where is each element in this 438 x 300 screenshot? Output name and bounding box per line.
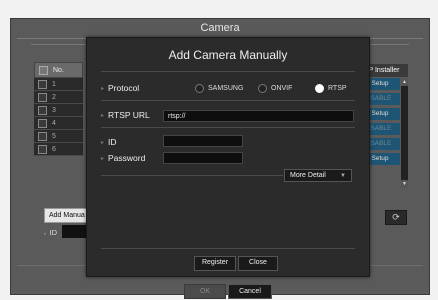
table-row[interactable]: 5 bbox=[34, 130, 83, 143]
column-header-no: No. bbox=[53, 66, 64, 74]
table-scrollbar[interactable]: ▲ ▼ bbox=[401, 78, 408, 188]
password-input[interactable] bbox=[163, 152, 243, 164]
dialog-title: Add Camera Manually bbox=[168, 48, 288, 62]
bullet-icon: ▸ bbox=[101, 156, 105, 163]
table-row[interactable]: 6 bbox=[34, 143, 83, 156]
select-all-checkbox[interactable] bbox=[39, 65, 48, 75]
radio-icon bbox=[258, 84, 267, 93]
password-label-text: Password bbox=[108, 153, 146, 163]
protocol-radio-onvif[interactable]: ONVIF bbox=[258, 84, 292, 93]
row-checkbox[interactable] bbox=[38, 92, 47, 102]
id-label-text: ID bbox=[108, 137, 117, 147]
row-number: 4 bbox=[52, 119, 56, 127]
table-row[interactable]: 3 bbox=[34, 104, 83, 117]
chevron-down-icon: ▼ bbox=[340, 173, 346, 179]
row-number: 5 bbox=[52, 132, 56, 140]
rtsp-url-input[interactable]: rtsp:// bbox=[163, 110, 354, 122]
radio-label: SAMSUNG bbox=[208, 85, 244, 92]
row-number: 2 bbox=[52, 93, 56, 101]
table-row[interactable]: 1 bbox=[34, 78, 83, 91]
footer-divider bbox=[101, 248, 355, 249]
close-button[interactable]: Close bbox=[238, 256, 278, 271]
table-header: No. bbox=[34, 62, 83, 78]
protocol-label: ▸ Protocol bbox=[101, 83, 139, 93]
id-label-text: ID bbox=[49, 228, 58, 237]
radio-icon bbox=[195, 84, 204, 93]
row-checkbox[interactable] bbox=[38, 105, 47, 115]
row-checkbox[interactable] bbox=[38, 131, 47, 141]
register-button[interactable]: Register bbox=[194, 256, 236, 271]
more-detail-button[interactable]: More Detail ▼ bbox=[284, 169, 352, 182]
id-label: ▸ ID bbox=[101, 137, 117, 147]
row-number: 1 bbox=[52, 80, 56, 88]
protocol-label-text: Protocol bbox=[108, 83, 140, 93]
cancel-button[interactable]: Cancel bbox=[228, 284, 272, 299]
protocol-radio-rtsp[interactable]: RTSP bbox=[315, 84, 347, 93]
refresh-button[interactable]: ⟳ bbox=[385, 210, 407, 225]
row-checkbox[interactable] bbox=[38, 79, 47, 89]
bullet-icon: ▸ bbox=[101, 113, 105, 120]
row-checkbox[interactable] bbox=[38, 118, 47, 128]
divider bbox=[101, 100, 355, 101]
radio-label: ONVIF bbox=[271, 85, 293, 92]
id-label: ▸ ID bbox=[44, 228, 58, 237]
radio-label: RTSP bbox=[328, 85, 347, 92]
refresh-icon: ⟳ bbox=[392, 212, 400, 222]
divider bbox=[101, 175, 283, 176]
add-camera-dialog: Add Camera Manually ▸ Protocol SAMSUNG ON… bbox=[86, 37, 370, 277]
more-detail-label: More Detail bbox=[290, 172, 326, 179]
window-title: Camera bbox=[200, 22, 240, 34]
table-row[interactable]: 4 bbox=[34, 117, 83, 130]
row-number: 6 bbox=[52, 145, 56, 153]
divider bbox=[101, 127, 355, 128]
id-input[interactable] bbox=[163, 135, 243, 147]
bullet-icon: ▸ bbox=[101, 86, 105, 93]
rtsp-url-label: ▸ RTSP URL bbox=[101, 110, 150, 120]
scroll-down-icon[interactable]: ▼ bbox=[401, 180, 408, 188]
password-label: ▸ Password bbox=[101, 153, 145, 163]
protocol-radio-samsung[interactable]: SAMSUNG bbox=[195, 84, 243, 93]
bullet-icon: ▸ bbox=[101, 140, 105, 147]
row-number: 3 bbox=[52, 106, 56, 114]
table-row[interactable]: 2 bbox=[34, 91, 83, 104]
title-divider bbox=[101, 71, 355, 72]
radio-selected-icon bbox=[315, 84, 324, 93]
scroll-up-icon[interactable]: ▲ bbox=[401, 78, 408, 86]
rtsp-url-label-text: RTSP URL bbox=[108, 110, 150, 120]
camera-table: No. 1 2 3 4 5 6 bbox=[34, 62, 83, 156]
row-checkbox[interactable] bbox=[38, 144, 47, 154]
ok-button: OK bbox=[184, 284, 226, 299]
